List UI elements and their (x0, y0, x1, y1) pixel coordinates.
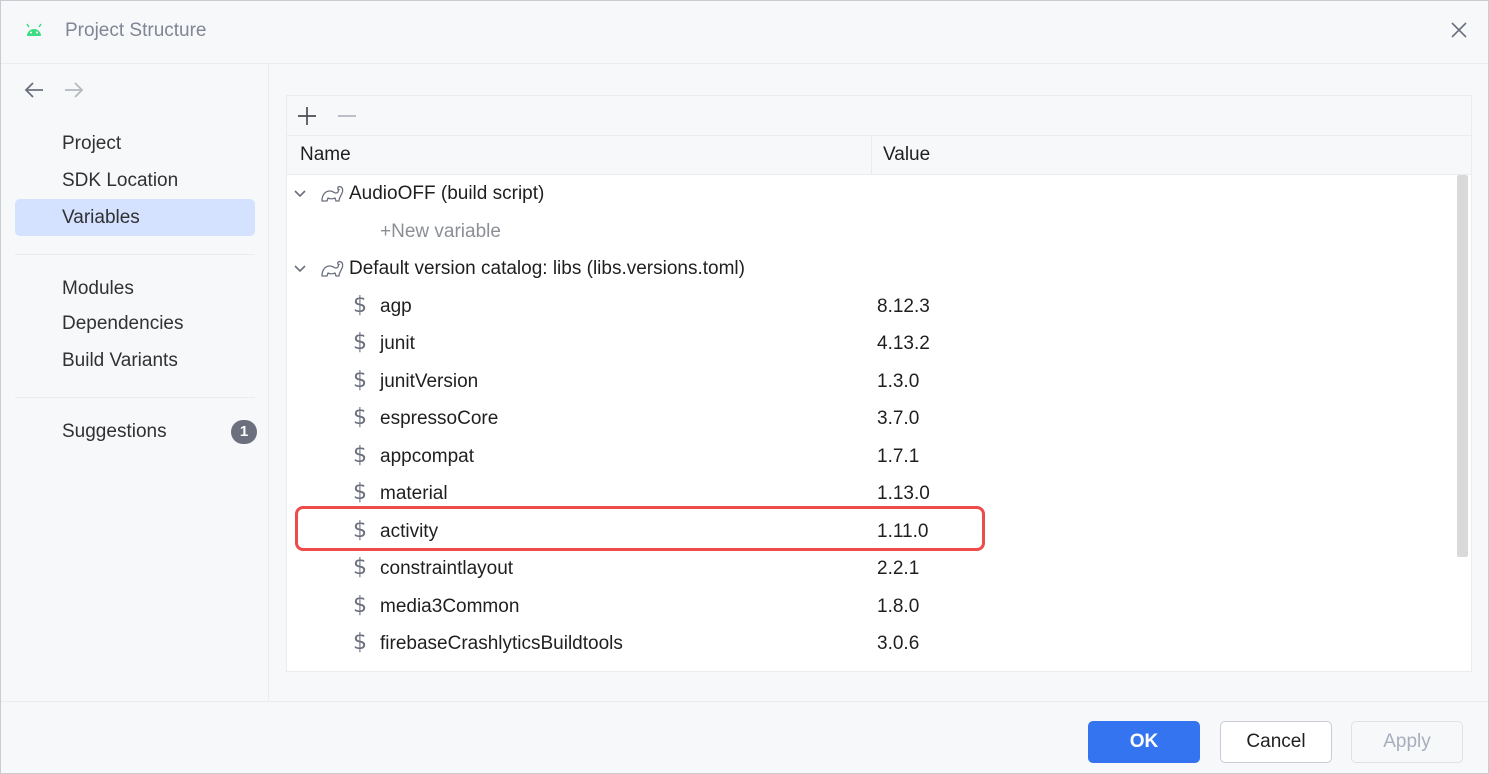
dollar-icon: $ (353, 592, 367, 618)
gradle-icon (321, 260, 344, 277)
gradle-icon (321, 185, 344, 202)
variable-value[interactable]: 1.13.0 (877, 475, 930, 512)
dollar-icon: $ (353, 442, 367, 468)
title-bar: Project Structure (1, 1, 1488, 64)
variable-value[interactable]: 1.8.0 (877, 588, 919, 625)
column-header-name[interactable]: Name (287, 136, 872, 174)
table-toolbar (287, 96, 1471, 136)
variable-value[interactable]: 1.11.0 (877, 513, 928, 550)
sidebar-item-label: SDK Location (62, 170, 179, 191)
cancel-button[interactable]: Cancel (1220, 721, 1332, 763)
sidebar-item-sdk-location[interactable]: SDK Location (15, 162, 255, 199)
dollar-icon: $ (353, 517, 367, 543)
variable-row-activity[interactable]: $ activity 1.11.0 (287, 513, 1454, 551)
tree-group-version-catalog[interactable]: Default version catalog: libs (libs.vers… (287, 250, 1454, 288)
minus-icon[interactable] (335, 104, 359, 128)
variable-name: junitVersion (380, 370, 479, 392)
dialog-title: Project Structure (65, 20, 207, 41)
dollar-icon: $ (353, 630, 367, 655)
tree-group-build-script[interactable]: AudioOFF (build script) (287, 175, 1454, 213)
sidebar: Project SDK Location Variables Modules D… (1, 64, 269, 701)
sidebar-item-label: Project (62, 133, 122, 154)
sidebar-item-label: Dependencies (62, 313, 184, 334)
sidebar-item-label: Build Variants (62, 350, 178, 371)
variable-row-firebasecrashlyticsbuildtools[interactable]: $ firebaseCrashlyticsBuildtools 3.0.6 (287, 625, 1454, 663)
variable-name: appcompat (380, 445, 475, 467)
variable-value[interactable]: 4.13.2 (877, 325, 930, 362)
variable-name: material (380, 483, 448, 504)
dialog-footer: OK Cancel Apply (1, 701, 1488, 773)
table-header: Name Value (287, 136, 1471, 175)
variable-row-junit[interactable]: $ junit 4.13.2 (287, 325, 1454, 363)
group-label: AudioOFF (build script) (349, 183, 545, 204)
sidebar-item-label: Variables (62, 207, 140, 228)
variable-value[interactable]: 2.2.1 (877, 550, 919, 587)
sidebar-divider (15, 397, 255, 398)
variable-row-junitversion[interactable]: $ junitVersion 1.3.0 (287, 363, 1454, 401)
suggestions-count-badge: 1 (231, 420, 257, 444)
variable-name: media3Common (380, 595, 520, 617)
variable-name: espressoCore (380, 408, 499, 429)
dollar-icon: $ (353, 330, 367, 355)
plus-icon[interactable] (295, 104, 319, 128)
sidebar-item-modules[interactable]: Modules (15, 270, 255, 307)
variable-row-material[interactable]: $ material 1.13.0 (287, 475, 1454, 513)
sidebar-divider (15, 254, 255, 255)
chevron-down-icon[interactable] (292, 261, 308, 277)
variable-value[interactable]: 1.3.0 (877, 363, 919, 400)
variable-row-agp[interactable]: $ agp 8.12.3 (287, 288, 1454, 326)
variable-name: activity (380, 520, 439, 542)
variables-table: Name Value AudioOFF (build script) +New … (286, 95, 1472, 672)
scrollbar-thumb[interactable] (1457, 175, 1468, 557)
sidebar-item-label: Suggestions (62, 421, 167, 442)
variable-name: constraintlayout (380, 558, 514, 579)
variable-name: junit (380, 333, 415, 354)
variables-panel: Name Value AudioOFF (build script) +New … (269, 64, 1488, 701)
variable-value[interactable]: 3.0.6 (877, 625, 919, 662)
variable-value[interactable]: 8.12.3 (877, 288, 930, 325)
dollar-icon: $ (353, 555, 367, 580)
sidebar-item-project[interactable]: Project (15, 125, 255, 162)
new-variable-link[interactable]: +New variable (380, 213, 501, 250)
column-header-value[interactable]: Value (873, 136, 930, 174)
variable-name: agp (380, 295, 412, 317)
sidebar-item-suggestions[interactable]: Suggestions 1 (15, 413, 257, 450)
arrow-left-icon[interactable] (23, 80, 45, 100)
dollar-icon: $ (353, 480, 367, 505)
dollar-icon: $ (353, 405, 367, 430)
sidebar-item-dependencies[interactable]: Dependencies (15, 305, 255, 342)
variable-value[interactable]: 3.7.0 (877, 400, 919, 437)
dollar-icon: $ (353, 292, 367, 318)
sidebar-item-build-variants[interactable]: Build Variants (15, 342, 255, 379)
sidebar-item-label: Modules (62, 278, 134, 299)
variable-value[interactable]: 1.7.1 (877, 438, 919, 475)
vertical-scrollbar[interactable] (1454, 175, 1471, 671)
new-variable-row[interactable]: +New variable (287, 213, 1454, 251)
variable-row-media3common[interactable]: $ media3Common 1.8.0 (287, 588, 1454, 626)
group-label: Default version catalog: libs (libs.vers… (349, 258, 745, 279)
variable-row-espressocore[interactable]: $ espressoCore 3.7.0 (287, 400, 1454, 438)
project-structure-dialog: Project Structure Project SDK Location V… (0, 0, 1489, 774)
variable-name: firebaseCrashlyticsBuildtools (380, 633, 623, 654)
dollar-icon: $ (353, 367, 367, 393)
variable-row-appcompat[interactable]: $ appcompat 1.7.1 (287, 438, 1454, 476)
close-icon[interactable] (1448, 19, 1470, 41)
chevron-down-icon[interactable] (292, 186, 308, 202)
sidebar-item-variables[interactable]: Variables (15, 199, 255, 236)
variable-row-constraintlayout[interactable]: $ constraintlayout 2.2.1 (287, 550, 1454, 588)
ok-button[interactable]: OK (1088, 721, 1200, 763)
table-body: AudioOFF (build script) +New variable De… (287, 175, 1454, 663)
apply-button[interactable]: Apply (1351, 721, 1463, 763)
android-icon (26, 23, 42, 36)
arrow-right-icon[interactable] (63, 80, 85, 100)
